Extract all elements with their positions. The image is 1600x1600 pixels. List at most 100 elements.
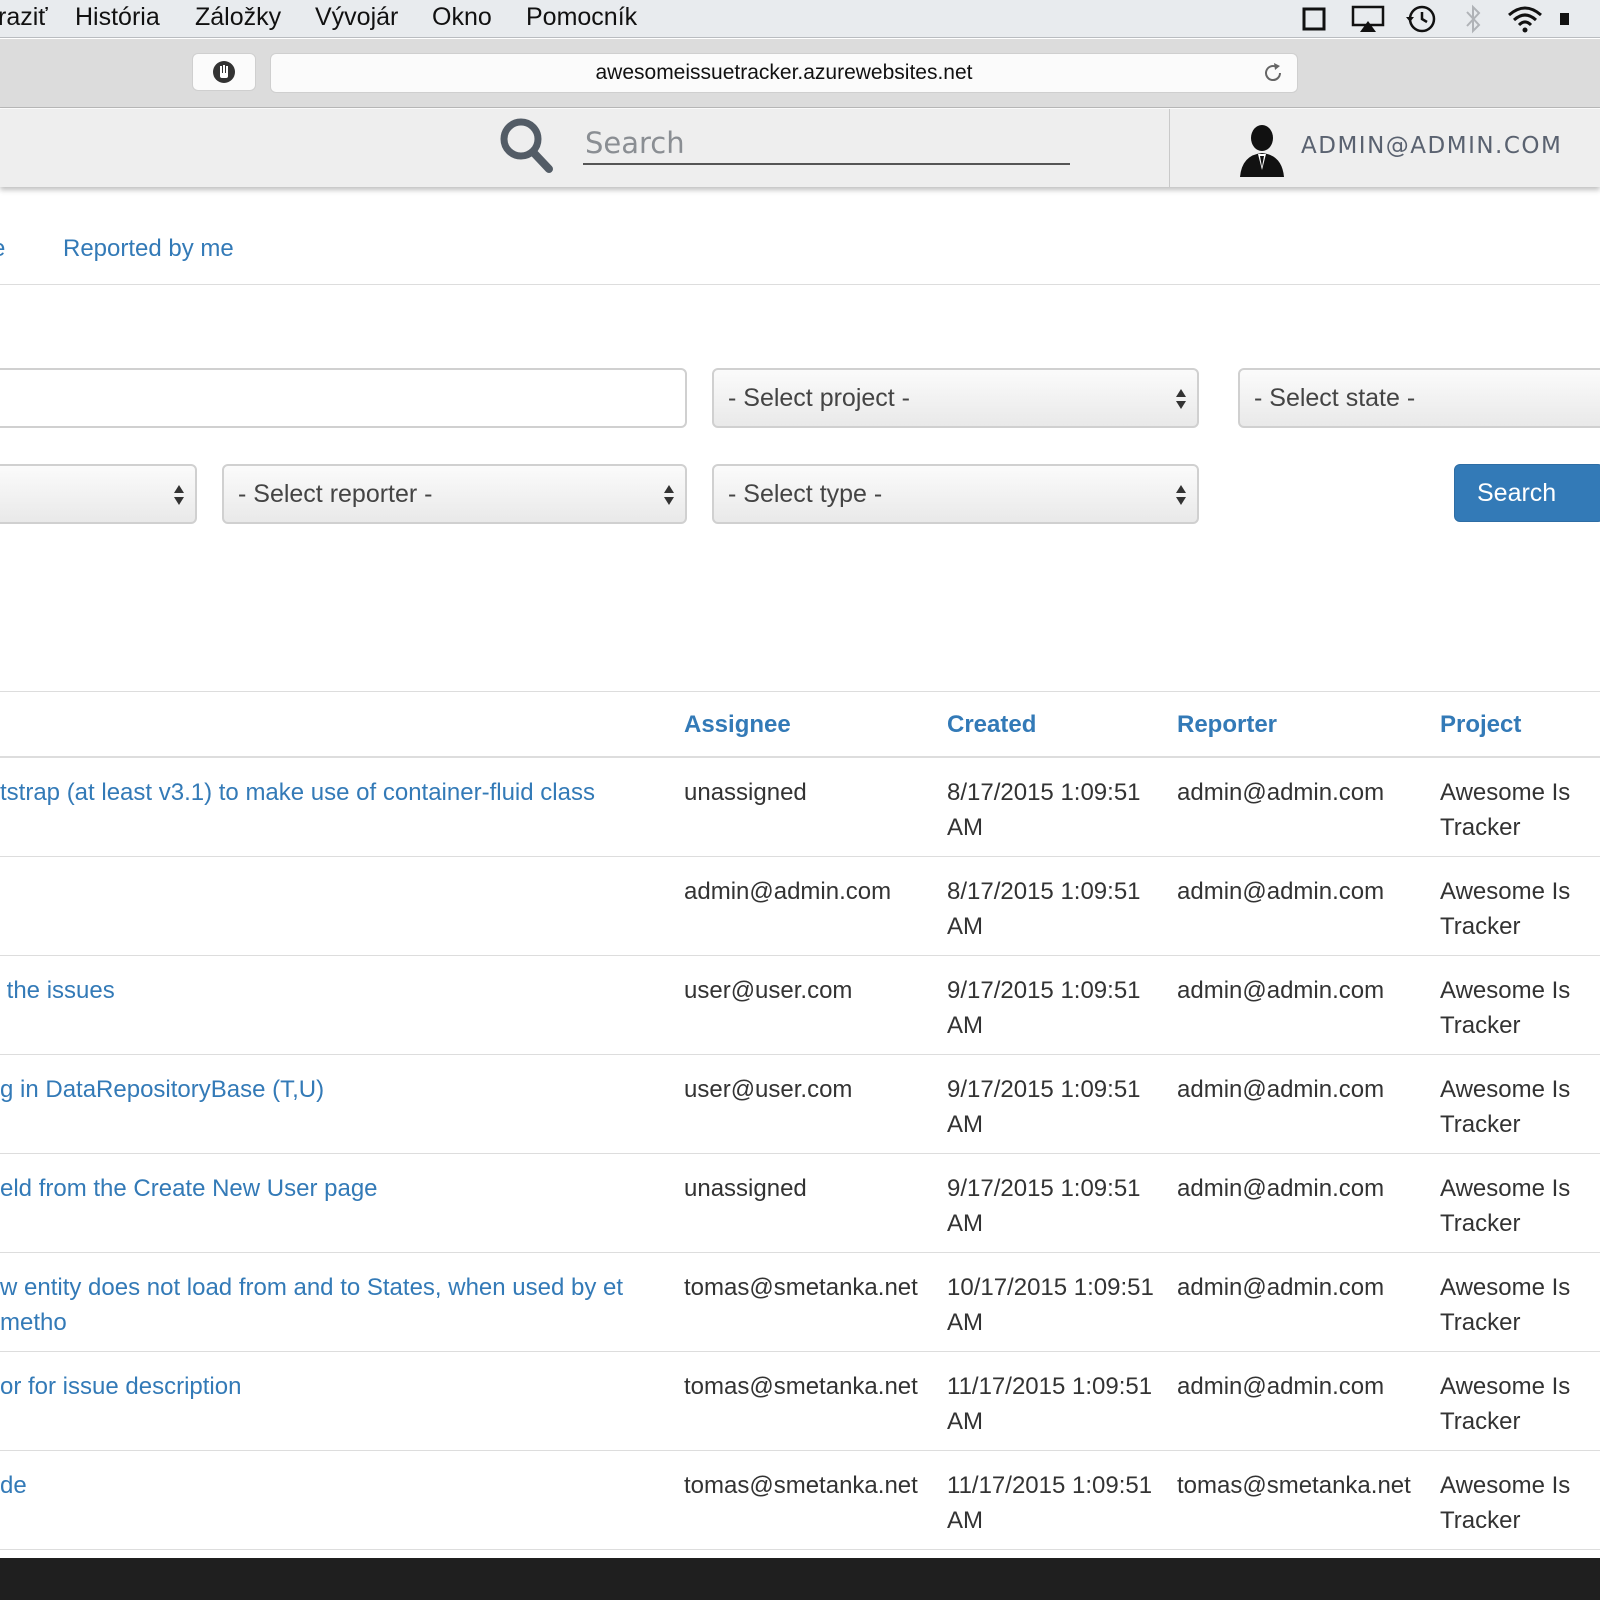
menu-history[interactable]: História	[75, 3, 160, 32]
select-arrows-icon	[664, 485, 674, 505]
table-row: admin@admin.com 8/17/2015 1:09:51 AM adm…	[0, 857, 1600, 956]
column-assignee[interactable]: Assignee	[684, 711, 791, 739]
table-row: or for issue description tomas@smetanka.…	[0, 1352, 1600, 1451]
issue-reporter: admin@admin.com	[1177, 1076, 1385, 1103]
battery-icon[interactable]	[1558, 4, 1570, 34]
issue-project: Awesome Is Tracker	[1440, 1171, 1600, 1241]
menu-view[interactable]: raziť	[0, 3, 48, 32]
type-select[interactable]: - Select type -	[712, 464, 1199, 524]
menu-window[interactable]: Okno	[432, 3, 492, 32]
project-line-2: Tracker	[1440, 913, 1521, 940]
issue-created: 9/17/2015 1:09:51 AM	[947, 977, 1141, 1039]
issue-reporter: tomas@smetanka.net	[1177, 1472, 1411, 1499]
project-line-1: Awesome Is	[1440, 1274, 1571, 1301]
filter-text-input[interactable]	[0, 368, 687, 428]
table-row: tstrap (at least v3.1) to make use of co…	[0, 758, 1600, 857]
table-row: eld from the Create New User page unassi…	[0, 1154, 1600, 1253]
user-email[interactable]: ADMIN@ADMIN.COM	[1301, 133, 1562, 159]
issue-assignee: tomas@smetanka.net	[684, 1472, 918, 1499]
airplay-icon[interactable]	[1350, 4, 1386, 34]
issue-assignee: tomas@smetanka.net	[684, 1274, 918, 1301]
issue-title-link[interactable]: eld from the Create New User page	[0, 1171, 640, 1206]
project-line-2: Tracker	[1440, 1012, 1521, 1039]
project-line-2: Tracker	[1440, 814, 1521, 841]
column-project[interactable]: Project	[1440, 711, 1521, 739]
reporter-select-value: - Select reporter -	[238, 479, 433, 508]
address-bar[interactable]: awesomeissuetracker.azurewebsites.net	[270, 53, 1298, 93]
issue-project: Awesome Is Tracker	[1440, 1072, 1600, 1142]
issue-project: Awesome Is Tracker	[1440, 1270, 1600, 1340]
type-select-value: - Select type -	[728, 479, 883, 508]
header-divider	[1169, 109, 1170, 187]
issue-assignee: unassigned	[684, 1175, 807, 1202]
project-line-2: Tracker	[1440, 1408, 1521, 1435]
menu-developer[interactable]: Vývojár	[315, 3, 398, 32]
issue-title-link[interactable]: de	[0, 1468, 640, 1503]
issue-created: 11/17/2015 1:09:51 AM	[947, 1373, 1153, 1435]
project-line-2: Tracker	[1440, 1210, 1521, 1237]
issue-assignee: tomas@smetanka.net	[684, 1373, 918, 1400]
project-line-1: Awesome Is	[1440, 977, 1571, 1004]
issue-title-link[interactable]: or for issue description	[0, 1369, 640, 1404]
issue-reporter: admin@admin.com	[1177, 878, 1385, 905]
window-icon[interactable]	[1299, 4, 1329, 34]
issue-created: 11/17/2015 1:09:51 AM	[947, 1472, 1153, 1534]
issue-created: 8/17/2015 1:09:51 AM	[947, 779, 1141, 841]
issue-created: 9/17/2015 1:09:51 AM	[947, 1175, 1141, 1237]
issue-project: Awesome Is Tracker	[1440, 1468, 1600, 1538]
tab-previous[interactable]: e	[0, 235, 5, 263]
menu-bookmarks[interactable]: Záložky	[195, 3, 281, 32]
issue-reporter: admin@admin.com	[1177, 779, 1385, 806]
reload-icon[interactable]	[1261, 61, 1285, 85]
issue-title-link[interactable]: the issues	[0, 973, 640, 1008]
issue-title-link[interactable]: w entity does not load from and to State…	[0, 1270, 640, 1340]
select-arrows-icon	[1176, 485, 1186, 505]
select-arrows-icon	[1176, 389, 1186, 409]
column-reporter[interactable]: Reporter	[1177, 711, 1277, 739]
search-icon[interactable]	[498, 116, 554, 174]
state-select-value: - Select state -	[1254, 383, 1416, 412]
project-select[interactable]: - Select project -	[712, 368, 1199, 428]
table-row: the issues user@user.com 9/17/2015 1:09:…	[0, 956, 1600, 1055]
issue-reporter: admin@admin.com	[1177, 977, 1385, 1004]
issue-title-link[interactable]: g in DataRepositoryBase (T,U)	[0, 1072, 640, 1107]
project-line-1: Awesome Is	[1440, 779, 1571, 806]
table-row: de tomas@smetanka.net 11/17/2015 1:09:51…	[0, 1451, 1600, 1550]
reporter-select[interactable]: - Select reporter -	[222, 464, 687, 524]
issue-reporter: admin@admin.com	[1177, 1373, 1385, 1400]
project-select-value: - Select project -	[728, 383, 911, 412]
project-line-2: Tracker	[1440, 1507, 1521, 1534]
url-text: awesomeissuetracker.azurewebsites.net	[595, 61, 973, 84]
issue-project: Awesome Is Tracker	[1440, 775, 1600, 845]
time-machine-icon[interactable]	[1404, 4, 1438, 34]
state-select[interactable]: - Select state -	[1238, 368, 1600, 428]
issue-assignee: unassigned	[684, 779, 807, 806]
search-button[interactable]: Search	[1454, 464, 1600, 522]
project-line-1: Awesome Is	[1440, 1472, 1571, 1499]
project-line-2: Tracker	[1440, 1111, 1521, 1138]
privacy-report-button[interactable]	[192, 53, 256, 91]
project-line-1: Awesome Is	[1440, 878, 1571, 905]
tab-reported-by-me[interactable]: Reported by me	[63, 235, 234, 263]
project-line-2: Tracker	[1440, 1309, 1521, 1336]
dock-edge	[0, 1558, 1600, 1600]
menu-help[interactable]: Pomocník	[526, 3, 637, 32]
issue-assignee: admin@admin.com	[684, 878, 892, 905]
issue-assignee: user@user.com	[684, 977, 853, 1004]
issue-created: 9/17/2015 1:09:51 AM	[947, 1076, 1141, 1138]
global-search-input[interactable]	[583, 123, 1070, 165]
wifi-icon[interactable]	[1506, 4, 1544, 34]
table-row: g in DataRepositoryBase (T,U) user@user.…	[0, 1055, 1600, 1154]
hand-icon	[213, 61, 235, 83]
user-avatar-icon[interactable]	[1238, 123, 1286, 177]
issue-project: Awesome Is Tracker	[1440, 874, 1600, 944]
issue-project: Awesome Is Tracker	[1440, 973, 1600, 1043]
project-line-1: Awesome Is	[1440, 1175, 1571, 1202]
bluetooth-icon[interactable]	[1462, 4, 1484, 34]
issues-table: Assignee Created Reporter Project tstrap…	[0, 691, 1600, 1550]
column-created[interactable]: Created	[947, 711, 1036, 739]
issue-created: 8/17/2015 1:09:51 AM	[947, 878, 1141, 940]
app-header: ADMIN@ADMIN.COM	[0, 109, 1600, 187]
issue-title-link[interactable]: tstrap (at least v3.1) to make use of co…	[0, 775, 640, 810]
assignee-select[interactable]	[0, 464, 197, 524]
